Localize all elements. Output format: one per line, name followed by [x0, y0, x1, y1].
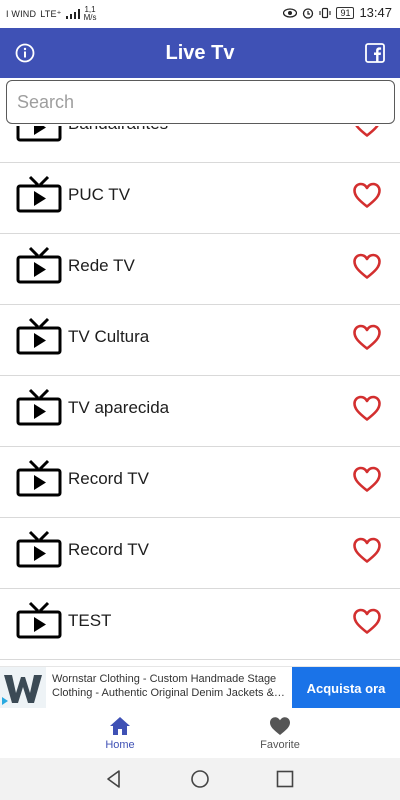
tv-play-icon: [16, 601, 62, 639]
favorite-heart-icon[interactable]: [352, 323, 382, 351]
bottom-nav: Home Favorite: [0, 708, 400, 758]
favorite-heart-icon[interactable]: [352, 536, 382, 564]
back-icon[interactable]: [104, 769, 124, 789]
network-badge: LTE⁺: [40, 8, 62, 19]
alarm-icon: [303, 7, 314, 19]
channel-row[interactable]: PUC TV: [0, 163, 400, 234]
tv-play-icon: [16, 317, 62, 355]
status-bar: I WIND LTE⁺ 1,1 M/s 91 13:47: [0, 0, 400, 28]
tv-play-icon: [16, 246, 62, 284]
recent-apps-icon[interactable]: [275, 769, 295, 789]
channel-name: TV aparecida: [68, 398, 170, 417]
favorite-heart-icon[interactable]: [352, 465, 382, 493]
nav-home[interactable]: Home: [60, 716, 180, 751]
channel-name: Rede TV: [68, 256, 135, 275]
channel-row[interactable]: TV Cultura: [0, 305, 400, 376]
clock: 13:47: [359, 5, 392, 20]
eye-icon: [283, 7, 298, 18]
channel-name: Record TV: [68, 469, 149, 488]
channel-row[interactable]: Rede TV: [0, 234, 400, 305]
search-box: [6, 80, 395, 124]
tv-play-icon: [16, 530, 62, 568]
system-nav-bar: [0, 758, 400, 800]
ad-text: Wornstar Clothing - Custom Handmade Stag…: [52, 673, 285, 699]
signal-icon: [65, 9, 80, 19]
tv-play-icon: [16, 388, 62, 426]
channel-row[interactable]: Record TV: [0, 447, 400, 518]
home-circle-icon[interactable]: [190, 769, 210, 789]
channel-name: PUC TV: [68, 185, 131, 204]
channel-name: TEST: [68, 611, 112, 630]
app-title: Live Tv: [165, 42, 235, 64]
search-input[interactable]: [7, 81, 394, 123]
nav-home-label: Home: [105, 739, 135, 751]
channel-name: Record TV: [68, 540, 149, 559]
favorite-heart-icon[interactable]: [352, 394, 382, 422]
app-bar: Live Tv: [0, 28, 400, 78]
facebook-button[interactable]: [362, 40, 388, 66]
favorite-heart-icon[interactable]: [352, 252, 382, 280]
channel-row[interactable]: Bandairantes: [0, 126, 400, 163]
vibrate-icon: [319, 7, 331, 18]
tv-play-icon: [16, 126, 62, 142]
channel-name: TV Cultura: [68, 327, 150, 346]
channel-list[interactable]: Bandairantes PUC TV Rede TV TV Cultura T…: [0, 126, 400, 666]
carrier-label: I WIND: [6, 9, 37, 19]
favorite-heart-icon[interactable]: [352, 126, 382, 138]
net-speed-unit: M/s: [83, 13, 97, 22]
channel-row[interactable]: Record TV: [0, 518, 400, 589]
status-right: 91 13:47: [283, 5, 392, 20]
nav-favorite-label: Favorite: [260, 739, 300, 751]
channel-row[interactable]: TV aparecida: [0, 376, 400, 447]
battery-indicator: 91: [336, 6, 355, 19]
ad-cta-button[interactable]: Acquista ora: [292, 667, 400, 709]
ad-banner[interactable]: Wornstar Clothing - Custom Handmade Stag…: [0, 666, 400, 709]
heart-icon: [270, 717, 290, 735]
status-left: I WIND LTE⁺ 1,1 M/s: [6, 6, 96, 22]
channel-name: Bandairantes: [68, 126, 168, 134]
favorite-heart-icon[interactable]: [352, 607, 382, 635]
channel-row[interactable]: TEST: [0, 589, 400, 660]
nav-favorite[interactable]: Favorite: [220, 716, 340, 751]
home-icon: [110, 717, 130, 735]
favorite-heart-icon[interactable]: [352, 181, 382, 209]
tv-play-icon: [16, 175, 62, 213]
net-speed: 1,1 M/s: [84, 6, 97, 22]
facebook-icon: [365, 43, 385, 63]
ad-logo-image[interactable]: [0, 667, 46, 709]
tv-play-icon: [16, 459, 62, 497]
